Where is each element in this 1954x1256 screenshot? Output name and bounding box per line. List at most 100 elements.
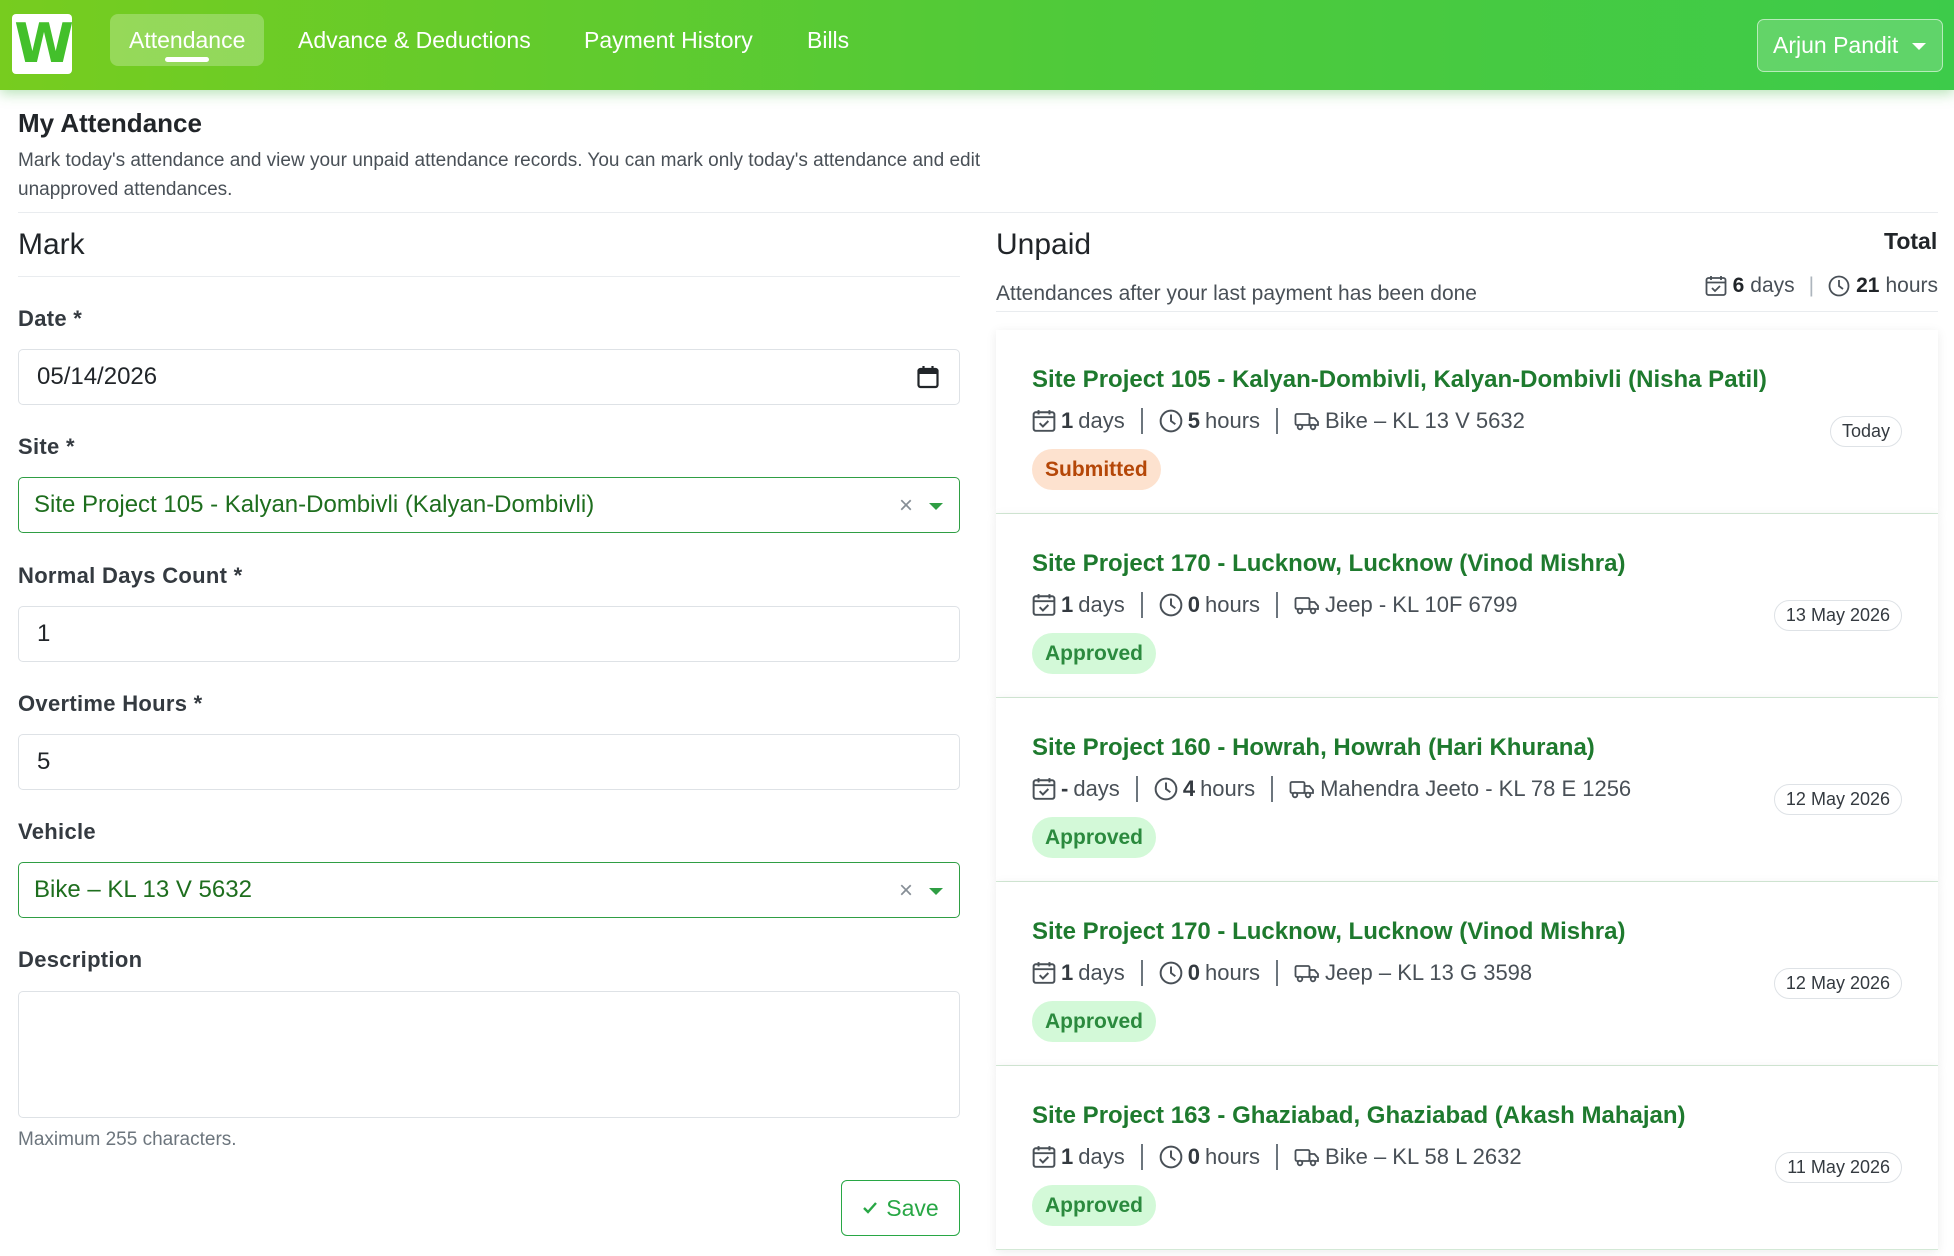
card-days-unit: days bbox=[1073, 776, 1120, 801]
user-menu-button[interactable]: Arjun Pandit bbox=[1757, 19, 1943, 72]
card-hours-unit: hours bbox=[1204, 592, 1261, 617]
clock-icon bbox=[1154, 777, 1178, 801]
page-title: My Attendance bbox=[18, 108, 202, 138]
nav-tab-bills[interactable]: Bills bbox=[788, 14, 868, 66]
nav-tab-label: Advance & Deductions bbox=[298, 26, 531, 53]
calendar-check-icon bbox=[1032, 410, 1056, 432]
card-site-title: Site Project 170 - Lucknow, Lucknow (Vin… bbox=[1032, 918, 1626, 945]
nav-tab-label: Attendance bbox=[129, 26, 246, 53]
site-label: Site * bbox=[18, 434, 75, 459]
attendance-card[interactable]: Site Project 160 - Howrah, Howrah (Hari … bbox=[996, 698, 1938, 882]
attendance-card[interactable]: Site Project 163 - Ghaziabad, Ghaziabad … bbox=[996, 1066, 1938, 1250]
overtime-hours-input[interactable]: 5 bbox=[18, 734, 960, 790]
status-badge: Approved bbox=[1032, 633, 1157, 674]
nav-tab-label: Payment History bbox=[584, 26, 753, 53]
truck-icon bbox=[1289, 781, 1315, 799]
card-days-unit: days bbox=[1078, 1144, 1125, 1169]
nav-tab-payment-history[interactable]: Payment History bbox=[565, 14, 772, 66]
vehicle-select[interactable]: Bike – KL 13 V 5632 × bbox=[18, 862, 960, 918]
card-hours-value: 0 bbox=[1187, 1144, 1200, 1169]
truck-icon bbox=[1294, 413, 1319, 431]
nav-tab-advance-deductions[interactable]: Advance & Deductions bbox=[279, 14, 550, 66]
card-vehicle: Jeep - KL 10F 6799 bbox=[1325, 592, 1518, 617]
card-vehicle: Bike – KL 58 L 2632 bbox=[1325, 1144, 1522, 1169]
attendance-card[interactable]: Site Project 170 - Lucknow, Lucknow (Vin… bbox=[996, 514, 1938, 698]
card-hours-value: 5 bbox=[1187, 408, 1200, 433]
separator bbox=[1276, 592, 1279, 618]
total-label: Total bbox=[1884, 228, 1938, 254]
card-meta: - days 4 hours Mahendra Jeeto - KL 78 E … bbox=[1032, 774, 1631, 804]
separator bbox=[1140, 1144, 1143, 1170]
clock-icon bbox=[1159, 961, 1183, 985]
top-navbar: W Attendance Advance & Deductions Paymen… bbox=[0, 0, 1954, 90]
date-badge: 11 May 2026 bbox=[1775, 1152, 1902, 1183]
total-days-unit: days bbox=[1750, 274, 1795, 297]
separator bbox=[1140, 960, 1143, 986]
card-hours-value: 0 bbox=[1187, 960, 1200, 985]
date-badge: 13 May 2026 bbox=[1773, 600, 1902, 631]
description-label: Description bbox=[18, 947, 143, 972]
description-hint: Maximum 255 characters. bbox=[18, 1129, 237, 1150]
dropdown-arrow-icon[interactable] bbox=[929, 888, 943, 895]
site-select[interactable]: Site Project 105 - Kalyan-Dombivli (Kaly… bbox=[18, 477, 960, 533]
status-badge: Approved bbox=[1032, 1001, 1157, 1042]
total-hours-value: 21 bbox=[1856, 274, 1880, 297]
attendance-card[interactable]: Site Project 105 - Kalyan-Dombivli, Kaly… bbox=[996, 330, 1938, 514]
calendar-check-icon bbox=[1032, 962, 1056, 984]
separator bbox=[1276, 960, 1279, 986]
total-hours-unit: hours bbox=[1885, 274, 1938, 297]
unpaid-subtitle: Attendances after your last payment has … bbox=[996, 282, 1477, 305]
card-days-unit: days bbox=[1078, 408, 1125, 433]
description-textarea[interactable] bbox=[18, 991, 960, 1118]
clear-icon[interactable]: × bbox=[899, 877, 913, 905]
date-badge: 12 May 2026 bbox=[1773, 784, 1902, 815]
overtime-hours-value: 5 bbox=[37, 748, 51, 775]
dropdown-arrow-icon[interactable] bbox=[929, 503, 943, 510]
separator bbox=[1140, 592, 1143, 618]
calendar-icon[interactable] bbox=[917, 365, 939, 389]
truck-icon bbox=[1294, 965, 1319, 983]
status-badge: Approved bbox=[1032, 817, 1157, 858]
clock-icon bbox=[1159, 1145, 1183, 1169]
card-days-value: 1 bbox=[1061, 960, 1074, 985]
save-button-label: Save bbox=[886, 1194, 939, 1221]
unpaid-section-title: Unpaid bbox=[996, 228, 1092, 261]
app-logo[interactable]: W bbox=[12, 14, 74, 74]
calendar-check-icon bbox=[1032, 594, 1056, 616]
caret-down-icon bbox=[1912, 43, 1926, 50]
card-vehicle: Mahendra Jeeto - KL 78 E 1256 bbox=[1320, 776, 1632, 801]
divider bbox=[18, 276, 960, 277]
divider bbox=[18, 212, 1938, 213]
user-name: Arjun Pandit bbox=[1773, 32, 1899, 58]
separator bbox=[1276, 1144, 1279, 1170]
page-description: Mark today's attendance and view your un… bbox=[18, 150, 981, 200]
totals-summary: 6 days | 21 hours bbox=[1700, 271, 1938, 301]
truck-icon bbox=[1294, 597, 1319, 615]
card-site-title: Site Project 160 - Howrah, Howrah (Hari … bbox=[1032, 734, 1595, 761]
card-meta: 1 days 0 hours Jeep – KL 13 G 3598 bbox=[1032, 958, 1532, 988]
card-vehicle: Bike – KL 13 V 5632 bbox=[1325, 408, 1525, 433]
card-site-title: Site Project 105 - Kalyan-Dombivli, Kaly… bbox=[1032, 366, 1767, 393]
calendar-check-icon bbox=[1032, 778, 1056, 800]
separator bbox=[1276, 408, 1279, 434]
check-icon bbox=[863, 1202, 878, 1214]
clock-icon bbox=[1159, 409, 1183, 433]
save-button[interactable]: Save bbox=[841, 1180, 960, 1236]
normal-days-input[interactable]: 1 bbox=[18, 606, 960, 662]
card-hours-unit: hours bbox=[1204, 960, 1261, 985]
card-days-value: 1 bbox=[1061, 1144, 1074, 1169]
total-days-value: 6 bbox=[1732, 274, 1745, 297]
nav-tab-label: Bills bbox=[807, 26, 850, 53]
card-hours-unit: hours bbox=[1200, 776, 1256, 801]
calendar-check-icon bbox=[1032, 1146, 1056, 1168]
date-input[interactable]: 05/14/2026 bbox=[18, 349, 960, 405]
nav-tab-attendance[interactable]: Attendance bbox=[110, 14, 265, 66]
card-days-unit: days bbox=[1078, 592, 1125, 617]
card-hours-value: 0 bbox=[1187, 592, 1200, 617]
card-days-value: 1 bbox=[1061, 408, 1074, 433]
attendance-card[interactable]: Site Project 170 - Lucknow, Lucknow (Vin… bbox=[996, 882, 1938, 1066]
card-meta: 1 days 5 hours Bike – KL 13 V 5632 bbox=[1032, 406, 1525, 436]
clear-icon[interactable]: × bbox=[899, 492, 913, 520]
status-badge: Approved bbox=[1032, 1185, 1157, 1226]
card-hours-unit: hours bbox=[1204, 408, 1261, 433]
